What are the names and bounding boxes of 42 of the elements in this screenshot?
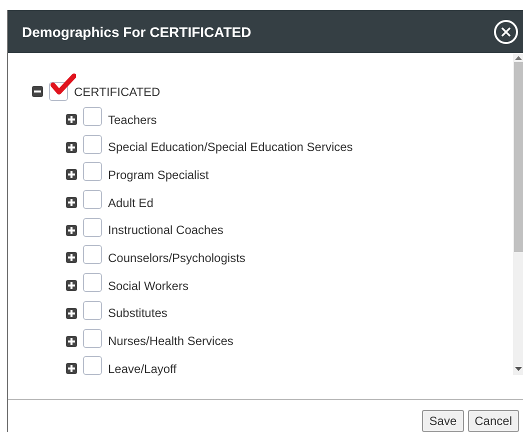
expand-icon[interactable]	[66, 308, 77, 319]
checkbox[interactable]	[83, 162, 102, 182]
tree-item-label: Adult Ed	[108, 196, 154, 210]
tree-item-label: Instructional Coaches	[108, 223, 224, 238]
checkbox[interactable]	[83, 134, 102, 154]
collapse-icon[interactable]	[32, 86, 43, 98]
tree-item-label: Social Workers	[108, 278, 188, 293]
expand-icon[interactable]	[66, 336, 77, 347]
checkbox[interactable]	[83, 356, 102, 376]
checkbox[interactable]	[83, 328, 102, 348]
tree-item-label: Nurses/Health Services	[108, 334, 234, 348]
tree-item-label: CERTIFICATED	[74, 84, 160, 99]
expand-icon[interactable]	[66, 197, 77, 208]
close-icon	[501, 26, 511, 36]
save-button[interactable]: Save	[422, 410, 464, 432]
expand-icon[interactable]	[66, 280, 77, 292]
expand-icon[interactable]	[66, 363, 77, 374]
scrollbar[interactable]	[513, 53, 523, 375]
expand-icon[interactable]	[66, 142, 77, 153]
expand-icon[interactable]	[66, 252, 77, 264]
expand-icon[interactable]	[66, 224, 77, 236]
checkbox[interactable]	[49, 82, 68, 102]
close-button[interactable]	[494, 20, 518, 44]
tree-item-label: Substitutes	[108, 306, 168, 320]
tree-item-label: Counselors/Psychologists	[108, 250, 246, 265]
checkmark-icon	[50, 73, 76, 96]
checkbox[interactable]	[83, 218, 102, 237]
checkbox[interactable]	[83, 300, 102, 320]
expand-icon[interactable]	[66, 114, 77, 126]
checkbox[interactable]	[83, 190, 102, 210]
dialog-title: Demographics For CERTIFICATED	[22, 24, 252, 40]
tree-item-label: Teachers	[108, 112, 157, 127]
cancel-button[interactable]: Cancel	[468, 410, 519, 432]
tree-item-label: Leave/Layoff	[108, 362, 177, 376]
scroll-down-icon[interactable]	[515, 367, 522, 371]
checkbox[interactable]	[83, 107, 102, 126]
tree-item-label: Special Education/Special Education Services	[108, 140, 353, 154]
checkbox[interactable]	[83, 273, 102, 292]
tree-item-label: Program Specialist	[108, 168, 209, 182]
checkbox[interactable]	[83, 245, 102, 264]
scroll-up-icon[interactable]	[515, 56, 522, 60]
expand-icon[interactable]	[66, 169, 77, 180]
